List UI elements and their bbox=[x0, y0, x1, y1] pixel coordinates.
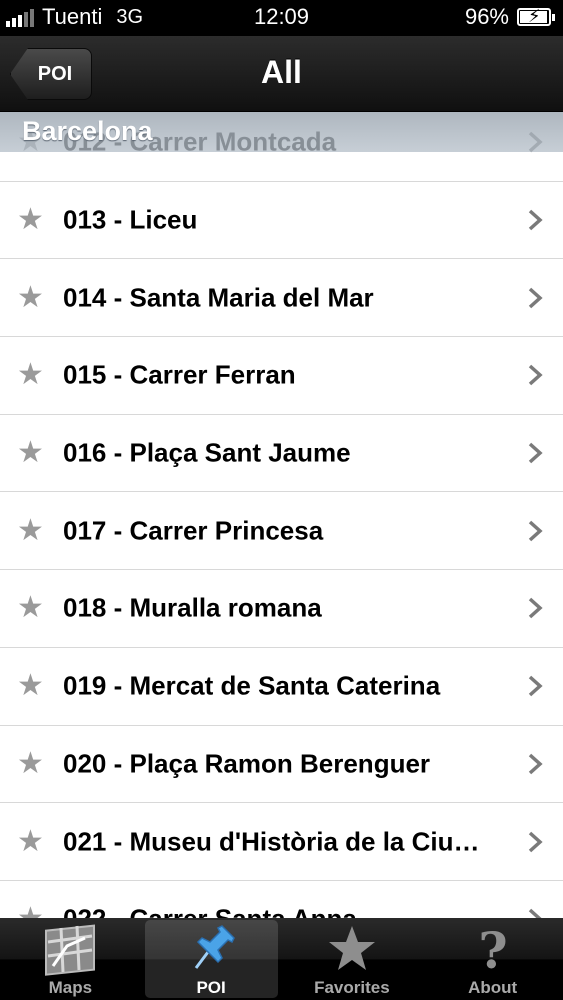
favorite-star-icon[interactable]: ★ bbox=[17, 205, 44, 235]
favorite-star-icon[interactable]: ★ bbox=[17, 360, 44, 390]
chevron-right-icon bbox=[528, 675, 543, 697]
chevron-right-icon bbox=[528, 442, 543, 464]
list-item[interactable]: ★ 017 - Carrer Princesa bbox=[0, 492, 563, 571]
chevron-right-icon bbox=[528, 520, 543, 542]
question-icon: ? bbox=[466, 922, 520, 976]
chevron-right-icon bbox=[528, 753, 543, 775]
list-item-label: 014 - Santa Maria del Mar bbox=[63, 282, 374, 313]
chevron-right-icon bbox=[528, 365, 543, 386]
list-item-label: 015 - Carrer Ferran bbox=[63, 359, 296, 390]
list-item[interactable]: ★ 018 - Muralla romana bbox=[0, 570, 563, 648]
list-item[interactable]: ★ 021 - Museu d'Història de la Ciu… bbox=[0, 803, 563, 881]
page-title: All bbox=[261, 54, 302, 90]
list-item-label: 019 - Mercat de Santa Caterina bbox=[63, 670, 441, 701]
svg-text:?: ? bbox=[478, 922, 507, 976]
list-item-label: 022 - Carrer Santa Anna bbox=[63, 904, 513, 918]
favorite-star-icon[interactable]: ★ bbox=[17, 593, 44, 623]
tab-favorites[interactable]: Favorites bbox=[282, 918, 423, 1000]
tab-poi[interactable]: POI bbox=[141, 918, 282, 1000]
list-item[interactable]: ★ 022 - Carrer Santa Anna bbox=[0, 880, 563, 918]
chevron-right-icon bbox=[528, 287, 543, 309]
chevron-right-icon bbox=[528, 598, 543, 619]
tab-about[interactable]: ? About bbox=[422, 918, 563, 1000]
list-item-label: 017 - Carrer Princesa bbox=[63, 515, 324, 546]
list-item-label: 021 - Museu d'Història de la Ciu… bbox=[63, 826, 480, 857]
chevron-right-icon bbox=[528, 908, 542, 918]
map-icon bbox=[43, 922, 97, 976]
tab-label: Favorites bbox=[314, 978, 390, 997]
chevron-right-icon bbox=[528, 209, 543, 231]
favorite-star-icon[interactable]: ★ bbox=[17, 826, 44, 857]
favorite-star-icon[interactable]: ★ bbox=[17, 904, 44, 918]
favorite-star-icon[interactable]: ★ bbox=[17, 671, 44, 701]
tab-label: POI bbox=[196, 978, 226, 997]
list-item-label: 020 - Plaça Ramon Berenguer bbox=[63, 748, 431, 779]
section-header-label: Barcelona bbox=[22, 116, 153, 146]
favorite-star-icon[interactable]: ★ bbox=[17, 515, 44, 546]
navigation-bar: POI All bbox=[0, 36, 563, 112]
list-item[interactable]: ★ 015 - Carrer Ferran bbox=[0, 337, 563, 415]
list-item[interactable]: ★ 016 - Plaça Sant Jaume bbox=[0, 414, 563, 493]
list-item-label: 013 - Liceu bbox=[63, 204, 198, 235]
favorite-star-icon[interactable]: ★ bbox=[17, 438, 44, 468]
list-item-label: 016 - Plaça Sant Jaume bbox=[63, 437, 351, 468]
section-header: Barcelona bbox=[0, 112, 563, 152]
charging-bolt-icon: ⚡ bbox=[528, 6, 541, 26]
favorite-star-icon[interactable]: ★ bbox=[17, 282, 44, 313]
list-item[interactable]: ★ 020 - Plaça Ramon Berenguer bbox=[0, 725, 563, 804]
list-item[interactable]: ★ 014 - Santa Maria del Mar bbox=[0, 259, 563, 338]
list-item[interactable]: ★ 019 - Mercat de Santa Caterina bbox=[0, 647, 563, 726]
tab-bar: Maps POI Favorites ? About bbox=[0, 918, 563, 1000]
pushpin-icon bbox=[184, 922, 238, 976]
tab-label: Maps bbox=[48, 978, 93, 997]
battery-icon: ⚡ bbox=[517, 6, 555, 26]
battery-percent: 96% bbox=[464, 4, 509, 29]
list-item-label: 018 - Muralla romana bbox=[63, 592, 322, 623]
star-icon bbox=[325, 922, 379, 976]
list-item[interactable]: ★ 013 - Liceu bbox=[0, 181, 563, 260]
chevron-right-icon bbox=[528, 831, 543, 852]
poi-list[interactable]: Barcelona ★012 - Carrer Montcada★013 - L… bbox=[0, 112, 563, 918]
favorite-star-icon[interactable]: ★ bbox=[17, 748, 44, 779]
tab-label: About bbox=[468, 978, 518, 997]
status-bar: Tuenti 3G 12:09 96% ⚡ bbox=[0, 0, 563, 36]
tab-maps[interactable]: Maps bbox=[0, 918, 141, 1000]
